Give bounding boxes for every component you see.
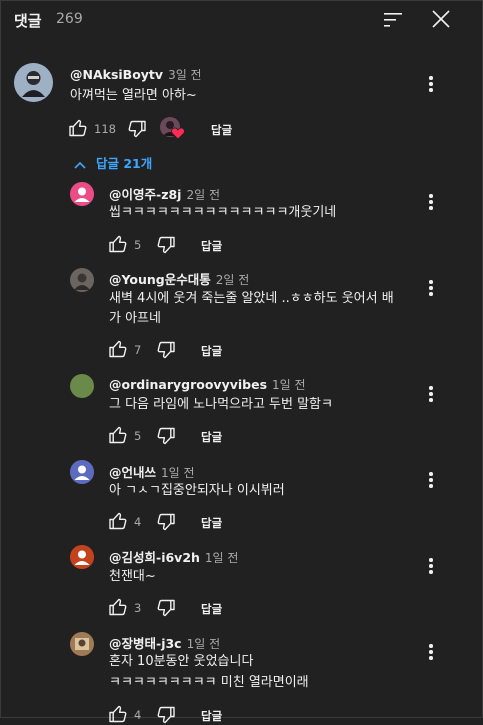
comment-time[interactable]: 2일 전: [186, 188, 220, 202]
comment-time[interactable]: 1일 전: [161, 466, 195, 480]
comments-header: 댓글 269: [1, 1, 482, 43]
like-count: 4: [134, 515, 142, 529]
comments-title: 댓글: [14, 12, 42, 30]
heart-icon: [171, 127, 185, 140]
reply-button[interactable]: 답글: [201, 601, 222, 617]
thumbs-up-icon[interactable]: [108, 511, 128, 531]
like-count: 5: [134, 429, 142, 443]
replies-toggle-button[interactable]: 답글 21개: [74, 153, 152, 172]
reply-button[interactable]: 답글: [211, 122, 232, 138]
author-name[interactable]: @언내쓰: [109, 465, 156, 480]
like-count: 7: [134, 343, 142, 357]
avatar[interactable]: [70, 460, 94, 484]
more-options-icon[interactable]: [425, 470, 437, 490]
thumbs-down-icon[interactable]: [156, 426, 176, 446]
sort-icon[interactable]: [382, 10, 404, 30]
more-options-icon[interactable]: [425, 74, 437, 94]
thumbs-up-icon[interactable]: [68, 118, 88, 138]
avatar[interactable]: [70, 545, 94, 569]
comment-author[interactable]: @언내쓰 1일 전: [109, 462, 195, 481]
avatar[interactable]: [70, 268, 94, 292]
comment-author[interactable]: @NAksiBoytv 3일 전: [70, 66, 202, 83]
avatar[interactable]: [14, 63, 53, 102]
comment-text-line: 혼자 10분동안 웃었습니다: [109, 654, 254, 669]
comment-time[interactable]: 1일 전: [187, 637, 221, 651]
thumbs-down-icon[interactable]: [156, 340, 176, 360]
comment-time[interactable]: 1일 전: [205, 551, 239, 565]
author-name[interactable]: @이영주-z8j: [109, 187, 181, 202]
comment-text-line: 씹ㅋㅋㅋㅋㅋㅋㅋㅋㅋㅋㅋㅋㅋㅋ개웃기네: [109, 205, 337, 220]
comment-time[interactable]: 2일 전: [216, 273, 250, 287]
thumbs-up-icon[interactable]: [108, 234, 128, 254]
reply-button[interactable]: 답글: [201, 343, 222, 359]
more-options-icon[interactable]: [425, 384, 437, 404]
thumbs-up-icon[interactable]: [108, 425, 128, 445]
avatar[interactable]: [70, 632, 94, 656]
comment-author[interactable]: @김성희-i6v2h 1일 전: [109, 547, 238, 566]
thumbs-up-icon[interactable]: [108, 597, 128, 617]
thumbs-down-icon[interactable]: [156, 705, 176, 725]
comments-count: 269: [56, 11, 83, 27]
more-options-icon[interactable]: [425, 192, 437, 212]
chevron-up-icon: [74, 161, 86, 169]
author-name[interactable]: @Young운수대통: [109, 272, 211, 287]
author-name[interactable]: @김성희-i6v2h: [109, 550, 200, 565]
comment-text-line: 아 ㄱㅅㄱ집중안되자나 이시뷔러: [109, 483, 285, 498]
comment-text-line: ㅋㅋㅋㅋㅋㅋㅋㅋㅋ 미친 열라면이래: [109, 675, 309, 690]
thumbs-down-icon[interactable]: [156, 598, 176, 618]
like-count: 118: [94, 122, 116, 136]
thumbs-down-icon[interactable]: [156, 512, 176, 532]
like-count: 4: [134, 708, 142, 722]
comment-time[interactable]: 1일 전: [272, 378, 306, 392]
reply-button[interactable]: 답글: [201, 515, 222, 531]
comment-author[interactable]: @장병태-j3c 1일 전: [109, 633, 220, 652]
comment-time[interactable]: 3일 전: [168, 68, 202, 82]
comment-text-line: 그 다음 라임에 노나먹으라고 두번 말함ㅋ: [109, 397, 333, 412]
more-options-icon[interactable]: [425, 556, 437, 576]
reply-button[interactable]: 답글: [201, 238, 222, 254]
comment-author[interactable]: @Young운수대통 2일 전: [109, 269, 249, 288]
comment-author[interactable]: @ordinarygroovyvibes 1일 전: [109, 376, 306, 393]
comment-author[interactable]: @이영주-z8j 2일 전: [109, 184, 220, 203]
comments-panel: 댓글 269 @NAksiBoytv 3일 전 아껴먹는 열라면 아하~ 118…: [0, 0, 483, 724]
like-count: 5: [134, 238, 142, 252]
thumbs-up-icon[interactable]: [108, 704, 128, 724]
thumbs-down-icon[interactable]: [156, 235, 176, 255]
more-options-icon[interactable]: [425, 642, 437, 662]
reply-button[interactable]: 답글: [201, 708, 222, 724]
like-count: 3: [134, 601, 142, 615]
author-name[interactable]: @ordinarygroovyvibes: [109, 377, 267, 392]
comment-text-line: 가 아프네: [109, 311, 161, 326]
author-name[interactable]: @장병태-j3c: [109, 636, 182, 651]
avatar[interactable]: [70, 374, 94, 398]
avatar[interactable]: [70, 182, 94, 206]
thumbs-down-icon[interactable]: [127, 119, 147, 139]
comment-text-line: 새벽 4시에 웃겨 죽는줄 알았네 ..ㅎㅎ하도 웃어서 배: [109, 291, 394, 306]
more-options-icon[interactable]: [425, 278, 437, 298]
replies-toggle-label[interactable]: 답글 21개: [96, 156, 152, 171]
comment-text: 아껴먹는 열라면 아하~: [70, 88, 197, 103]
close-icon[interactable]: [430, 8, 452, 30]
reply-button[interactable]: 답글: [201, 429, 222, 445]
comment-text-line: 천잰대~: [109, 569, 156, 584]
thumbs-up-icon[interactable]: [108, 339, 128, 359]
author-name[interactable]: @NAksiBoytv: [70, 67, 163, 82]
